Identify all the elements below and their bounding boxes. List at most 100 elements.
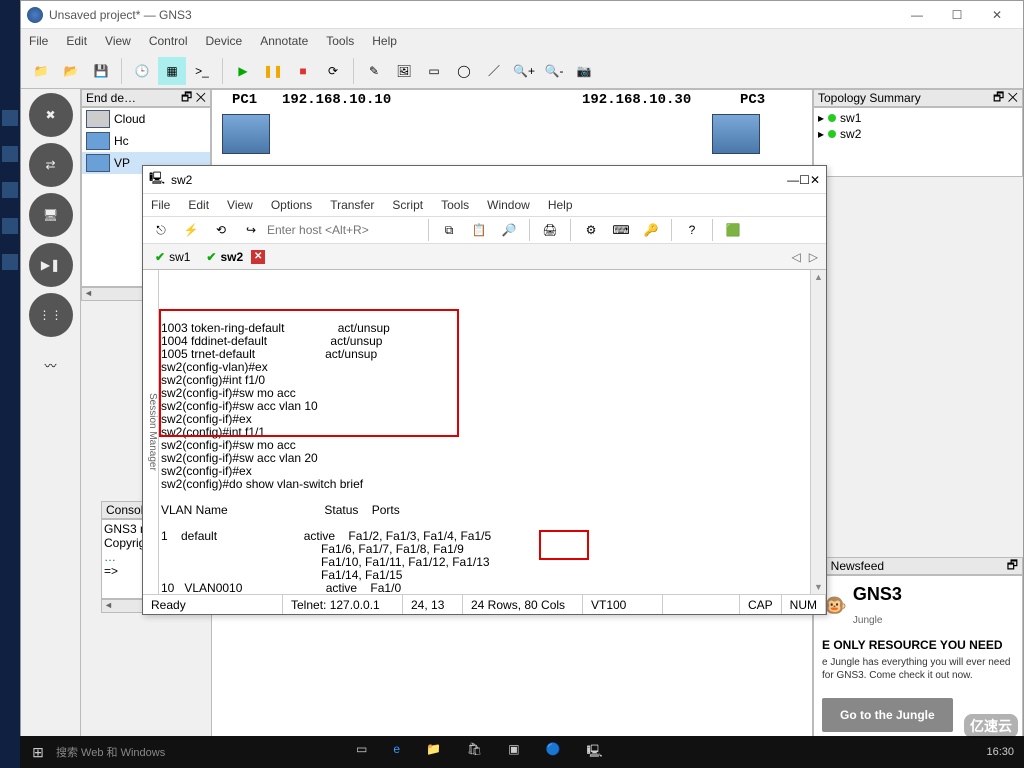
device-cloud[interactable]: Cloud bbox=[82, 108, 210, 130]
term-tab-sw1[interactable]: ✔sw1 bbox=[147, 247, 198, 267]
taskbar-search[interactable]: 搜索 Web 和 Windows bbox=[56, 744, 236, 760]
term-menu-edit[interactable]: Edit bbox=[188, 198, 209, 212]
help-icon[interactable]: ? bbox=[678, 216, 706, 244]
term-task-icon[interactable]: 🖳 bbox=[587, 742, 603, 763]
strip-icon[interactable] bbox=[2, 218, 18, 234]
session-manager-tab[interactable]: Session Manager bbox=[143, 270, 159, 594]
stop-icon[interactable]: ■ bbox=[289, 57, 317, 85]
pc1-icon[interactable] bbox=[222, 114, 270, 154]
security-category-icon[interactable]: ▶❚ bbox=[29, 243, 73, 287]
gns3-task-icon[interactable]: 🔵 bbox=[546, 742, 561, 763]
grid-icon[interactable]: ▦ bbox=[158, 57, 186, 85]
pause-icon[interactable]: ❚❚ bbox=[259, 57, 287, 85]
close-tab-icon[interactable]: ✕ bbox=[251, 250, 265, 264]
term-tab-sw2[interactable]: ✔sw2✕ bbox=[198, 247, 273, 267]
minimize-button[interactable]: — bbox=[897, 3, 937, 27]
toggle-icon[interactable]: 🟩 bbox=[719, 216, 747, 244]
menu-device[interactable]: Device bbox=[206, 34, 243, 48]
jungle-button[interactable]: Go to the Jungle bbox=[822, 698, 953, 732]
term-close-button[interactable]: ✕ bbox=[810, 173, 820, 187]
taskbar-clock[interactable]: 16:30 bbox=[976, 746, 1024, 758]
disconnect-icon[interactable]: ↪ bbox=[237, 216, 265, 244]
copy-icon[interactable]: ⧉ bbox=[435, 216, 463, 244]
term-menu-view[interactable]: View bbox=[227, 198, 253, 212]
open-icon[interactable]: 📁 bbox=[27, 57, 55, 85]
term-statusbar: Ready Telnet: 127.0.0.1 24, 13 24 Rows, … bbox=[143, 594, 826, 614]
gns3-app-icon bbox=[27, 7, 43, 23]
all-devices-icon[interactable]: ⋮⋮ bbox=[29, 293, 73, 337]
term-menu-file[interactable]: File bbox=[151, 198, 170, 212]
close-button[interactable]: ✕ bbox=[977, 3, 1017, 27]
status-conn: Telnet: 127.0.0.1 bbox=[283, 595, 403, 614]
app-icon[interactable]: ▣ bbox=[508, 742, 519, 763]
reconnect-icon[interactable]: ⟲ bbox=[207, 216, 235, 244]
keyboard-icon[interactable]: ⌨ bbox=[607, 216, 635, 244]
menu-view[interactable]: View bbox=[105, 34, 131, 48]
link-tool-icon[interactable]: 〰 bbox=[29, 343, 73, 387]
zoom-out-icon[interactable]: 🔍- bbox=[540, 57, 568, 85]
topology-tree: ▸ sw1 ▸ sw2 bbox=[813, 107, 1023, 177]
image-icon[interactable]: 🖼 bbox=[390, 57, 418, 85]
screenshot-icon[interactable]: 📷 bbox=[570, 57, 598, 85]
term-menu-tools[interactable]: Tools bbox=[441, 198, 469, 212]
term-vscroll[interactable] bbox=[810, 270, 826, 594]
reload-icon[interactable]: ⟳ bbox=[319, 57, 347, 85]
term-menu-options[interactable]: Options bbox=[271, 198, 312, 212]
term-menu-window[interactable]: Window bbox=[487, 198, 530, 212]
store-icon[interactable]: 🛍 bbox=[467, 742, 482, 763]
term-tabs: ✔sw1 ✔sw2✕ ◁ ▷ bbox=[143, 244, 826, 270]
end-device-category-icon[interactable]: 🖥 bbox=[29, 193, 73, 237]
menu-file[interactable]: File bbox=[29, 34, 48, 48]
start-button[interactable]: ⊞ bbox=[20, 744, 56, 761]
rect-icon[interactable]: ▭ bbox=[420, 57, 448, 85]
tab-next-icon[interactable]: ▷ bbox=[805, 250, 822, 264]
print-icon[interactable]: 🖨 bbox=[536, 216, 564, 244]
device-host[interactable]: Hc bbox=[82, 130, 210, 152]
status-pos: 24, 13 bbox=[403, 595, 463, 614]
newsfeed-header: le Newsfeed🗗 bbox=[813, 557, 1023, 575]
settings-icon[interactable]: ⚙ bbox=[577, 216, 605, 244]
term-host-input[interactable] bbox=[267, 220, 422, 240]
open2-icon[interactable]: 📂 bbox=[57, 57, 85, 85]
console-icon[interactable]: >_ bbox=[188, 57, 216, 85]
terminal-output[interactable]: 1003 token-ring-default act/unsup1004 fd… bbox=[159, 270, 810, 594]
save-icon[interactable]: 💾 bbox=[87, 57, 115, 85]
gns3-titlebar: Unsaved project* — GNS3 — ☐ ✕ bbox=[21, 1, 1023, 29]
menu-edit[interactable]: Edit bbox=[66, 34, 87, 48]
menu-help[interactable]: Help bbox=[372, 34, 397, 48]
pc3-icon[interactable] bbox=[712, 114, 760, 154]
menu-annotate[interactable]: Annotate bbox=[260, 34, 308, 48]
find-icon[interactable]: 🔎 bbox=[495, 216, 523, 244]
connect-icon[interactable]: ⎋ bbox=[147, 216, 175, 244]
term-menu-transfer[interactable]: Transfer bbox=[330, 198, 374, 212]
task-view-icon[interactable]: ▭ bbox=[356, 742, 367, 763]
term-menu-help[interactable]: Help bbox=[548, 198, 573, 212]
clock-icon[interactable]: 🕒 bbox=[128, 57, 156, 85]
play-icon[interactable]: ▶ bbox=[229, 57, 257, 85]
tab-prev-icon[interactable]: ◁ bbox=[788, 250, 805, 264]
strip-icon[interactable] bbox=[2, 110, 18, 126]
term-maximize-button[interactable]: ☐ bbox=[799, 173, 810, 187]
switch-category-icon[interactable]: ⇄ bbox=[29, 143, 73, 187]
term-minimize-button[interactable]: — bbox=[787, 173, 799, 187]
topo-item-sw1[interactable]: ▸ sw1 bbox=[818, 110, 1018, 126]
zoom-in-icon[interactable]: 🔍+ bbox=[510, 57, 538, 85]
paste-icon[interactable]: 📋 bbox=[465, 216, 493, 244]
menu-control[interactable]: Control bbox=[149, 34, 188, 48]
strip-icon[interactable] bbox=[2, 254, 18, 270]
quick-connect-icon[interactable]: ⚡ bbox=[177, 216, 205, 244]
strip-icon[interactable] bbox=[2, 182, 18, 198]
key-icon[interactable]: 🔑 bbox=[637, 216, 665, 244]
line-icon[interactable]: ／ bbox=[480, 57, 508, 85]
explorer-icon[interactable]: 📁 bbox=[426, 742, 441, 763]
pc1-ip: 192.168.10.10 bbox=[282, 92, 391, 108]
term-menu-script[interactable]: Script bbox=[392, 198, 423, 212]
topo-item-sw2[interactable]: ▸ sw2 bbox=[818, 126, 1018, 142]
edge-icon[interactable]: e bbox=[393, 742, 400, 763]
menu-tools[interactable]: Tools bbox=[326, 34, 354, 48]
strip-icon[interactable] bbox=[2, 146, 18, 162]
edit-icon[interactable]: ✎ bbox=[360, 57, 388, 85]
maximize-button[interactable]: ☐ bbox=[937, 3, 977, 27]
router-category-icon[interactable]: ✖ bbox=[29, 93, 73, 137]
circle-icon[interactable]: ◯ bbox=[450, 57, 478, 85]
